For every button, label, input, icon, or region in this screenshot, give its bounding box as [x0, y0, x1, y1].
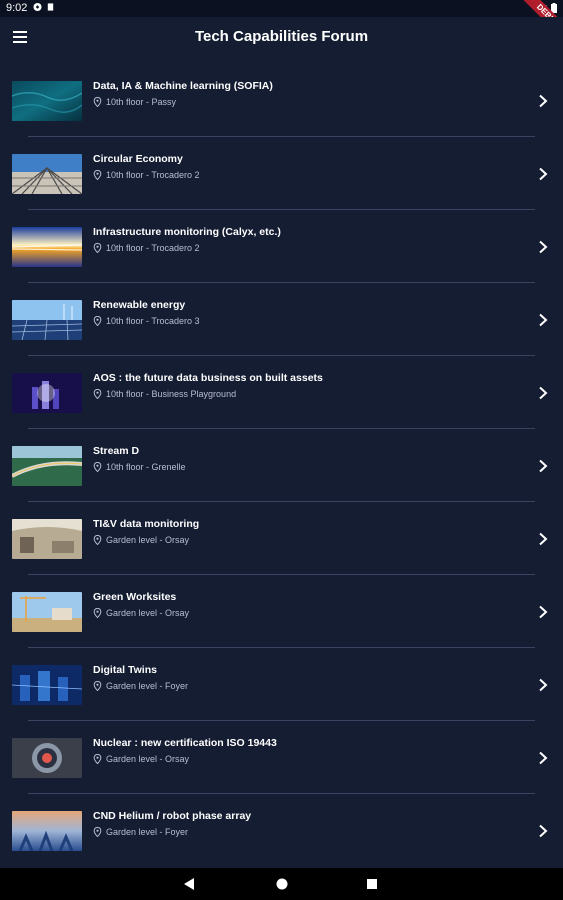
home-icon[interactable]	[276, 878, 288, 890]
item-location-text: 10th floor - Trocadero 2	[106, 170, 200, 180]
item-location-text: Garden level - Foyer	[106, 681, 189, 691]
thumbnail-digital-network	[12, 665, 82, 705]
thumbnail-ocean-waves	[12, 81, 82, 121]
item-location: Garden level - Foyer	[93, 681, 188, 691]
item-location-text: Garden level - Orsay	[106, 608, 190, 618]
item-location: 10th floor - Trocadero 2	[93, 170, 200, 180]
chevron-right-icon	[539, 751, 548, 765]
thumbnail-steel-structure	[12, 154, 82, 194]
system-navigation-bar	[0, 868, 563, 900]
app-bar: Tech Capabilities Forum	[0, 17, 563, 57]
chevron-right-icon	[539, 240, 548, 254]
item-location: Garden level - Orsay	[93, 608, 189, 618]
thumbnail-light-trails	[12, 227, 82, 267]
thumbnail-tunnel-interior	[12, 519, 82, 559]
location-pin-icon	[93, 754, 102, 764]
item-title: Infrastructure monitoring (Calyx, etc.)	[93, 226, 281, 238]
list-item[interactable]: Infrastructure monitoring (Calyx, etc.) …	[0, 210, 563, 283]
recent-apps-icon[interactable]	[366, 878, 378, 890]
location-pin-icon	[93, 608, 102, 618]
item-title: Digital Twins	[93, 664, 157, 676]
item-location: 10th floor - Grenelle	[93, 462, 186, 472]
item-location: 10th floor - Passy	[93, 97, 176, 107]
thumbnail-robot-arms	[12, 811, 82, 851]
item-location-text: Garden level - Foyer	[106, 827, 189, 837]
item-location-text: Garden level - Orsay	[106, 754, 190, 764]
sd-card-icon	[47, 3, 54, 11]
item-location-text: 10th floor - Passy	[106, 97, 177, 107]
item-title: Renewable energy	[93, 299, 186, 311]
chevron-right-icon	[539, 167, 548, 181]
chevron-right-icon	[539, 605, 548, 619]
item-location: Garden level - Orsay	[93, 754, 189, 764]
notification-app-icon	[33, 2, 42, 12]
chevron-right-icon	[539, 386, 548, 400]
list-item[interactable]: TI&V data monitoring Garden level - Orsa…	[0, 502, 563, 575]
item-location-text: 10th floor - Grenelle	[106, 462, 186, 472]
item-location: Garden level - Orsay	[93, 535, 189, 545]
location-pin-icon	[93, 535, 102, 545]
item-location-text: 10th floor - Trocadero 2	[106, 243, 200, 253]
thumbnail-reactor-core	[12, 738, 82, 778]
session-list: Data, IA & Machine learning (SOFIA) 10th…	[0, 64, 563, 868]
status-notification-icons	[33, 2, 55, 12]
item-title: AOS : the future data business on built …	[93, 372, 323, 384]
location-pin-icon	[93, 389, 102, 399]
item-location-text: 10th floor - Business Playground	[106, 389, 237, 399]
list-item[interactable]: Renewable energy 10th floor - Trocadero …	[0, 283, 563, 356]
chevron-right-icon	[539, 678, 548, 692]
list-item[interactable]: Nuclear : new certification ISO 19443 Ga…	[0, 721, 563, 794]
list-item[interactable]: Data, IA & Machine learning (SOFIA) 10th…	[0, 64, 563, 137]
list-item[interactable]: CND Helium / robot phase array Garden le…	[0, 794, 563, 867]
chevron-right-icon	[539, 532, 548, 546]
chevron-right-icon	[539, 824, 548, 838]
item-location: 10th floor - Trocadero 3	[93, 316, 200, 326]
thumbnail-construction-site	[12, 592, 82, 632]
status-bar: 9:02 DEBUG	[0, 0, 563, 45]
status-time: 9:02	[6, 2, 28, 14]
list-item[interactable]: Green Worksites Garden level - Orsay	[0, 575, 563, 648]
item-title: CND Helium / robot phase array	[93, 810, 252, 822]
item-location: 10th floor - Trocadero 2	[93, 243, 200, 253]
item-location-text: Garden level - Orsay	[106, 535, 190, 545]
location-pin-icon	[93, 462, 102, 472]
thumbnail-solar-panels	[12, 300, 82, 340]
location-pin-icon	[93, 681, 102, 691]
item-title: TI&V data monitoring	[93, 518, 200, 530]
item-title: Data, IA & Machine learning (SOFIA)	[93, 80, 273, 92]
chevron-right-icon	[539, 313, 548, 327]
item-title: Circular Economy	[93, 153, 183, 165]
location-pin-icon	[93, 827, 102, 837]
location-pin-icon	[93, 170, 102, 180]
chevron-right-icon	[539, 94, 548, 108]
item-location-text: 10th floor - Trocadero 3	[106, 316, 200, 326]
item-title: Nuclear : new certification ISO 19443	[93, 737, 277, 749]
list-item[interactable]: Stream D 10th floor - Grenelle	[0, 429, 563, 502]
list-item[interactable]: AOS : the future data business on built …	[0, 356, 563, 429]
item-title: Green Worksites	[93, 591, 177, 603]
thumbnail-digital-city	[12, 373, 82, 413]
page-title: Tech Capabilities Forum	[194, 28, 369, 45]
item-location: 10th floor - Business Playground	[93, 389, 236, 399]
location-pin-icon	[93, 316, 102, 326]
chevron-right-icon	[539, 459, 548, 473]
thumbnail-highway-bridge	[12, 446, 82, 486]
location-pin-icon	[93, 243, 102, 253]
back-icon[interactable]	[184, 878, 196, 890]
location-pin-icon	[93, 97, 102, 107]
list-item[interactable]: Digital Twins Garden level - Foyer	[0, 648, 563, 721]
item-location: Garden level - Foyer	[93, 827, 188, 837]
list-item[interactable]: Circular Economy 10th floor - Trocadero …	[0, 137, 563, 210]
item-title: Stream D	[93, 445, 140, 457]
